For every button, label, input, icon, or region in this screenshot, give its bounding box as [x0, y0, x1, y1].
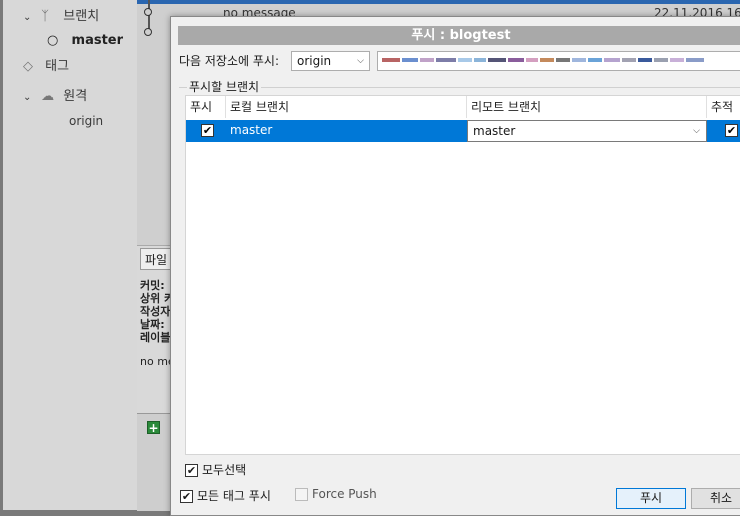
push-to-label: 다음 저장소에 푸시: [179, 54, 279, 68]
column-header-remote-branch[interactable]: 리모트 브랜치 [467, 96, 707, 118]
sidebar-remotes[interactable]: ⌄ ☁ 원격 [23, 87, 87, 107]
remote-select[interactable]: origin ⌵ [291, 51, 370, 71]
local-branch-cell: master [230, 123, 273, 137]
select-all-option[interactable]: ✔ 모두선택 [185, 461, 246, 478]
tag-icon: ◇ [23, 59, 33, 74]
push-all-tags-checkbox[interactable]: ✔ [180, 490, 193, 503]
chevron-down-icon: ⌵ [357, 56, 364, 66]
sidebar-branches-label: 브랜치 [63, 9, 100, 24]
column-header-track[interactable]: 추적 [707, 96, 740, 118]
chevron-down-icon: ⌄ [23, 12, 32, 23]
force-push-checkbox[interactable] [295, 488, 308, 501]
current-branch-icon: ○ [47, 33, 59, 48]
push-all-tags-label: 모든 태그 푸시 [197, 489, 271, 503]
sidebar-remote-origin-label: origin [69, 114, 104, 128]
sidebar-tags[interactable]: ◇ 태그 [23, 57, 69, 77]
branch-icon: ᛉ [41, 9, 49, 24]
dialog-title[interactable]: 푸시 : blogtest [178, 26, 740, 45]
branches-group-label: 푸시할 브랜치 [187, 78, 262, 95]
column-header-push[interactable]: 푸시 [186, 96, 226, 118]
remote-branch-value: master [473, 124, 516, 138]
remote-branch-select[interactable]: master ⌵ [467, 120, 707, 142]
branches-table: 푸시 로컬 브랜치 리모트 브랜치 추적 ✔ master master ⌵ ✔ [185, 95, 740, 455]
commit-node[interactable] [144, 28, 152, 36]
cancel-button[interactable]: 취소 [691, 488, 740, 509]
remote-url-field[interactable] [377, 51, 740, 71]
remote-select-value: origin [297, 54, 332, 68]
force-push-label: Force Push [312, 487, 377, 501]
group-divider [179, 87, 740, 88]
sidebar-tags-label: 태그 [45, 59, 70, 74]
cloud-icon: ☁ [41, 89, 55, 104]
select-all-label: 모두선택 [202, 463, 247, 477]
chevron-down-icon: ⌵ [693, 126, 700, 136]
file-tab[interactable]: 파일 [140, 248, 172, 270]
commit-node[interactable] [144, 8, 152, 16]
add-icon[interactable]: + [147, 421, 160, 434]
push-checkbox[interactable]: ✔ [201, 124, 214, 137]
chevron-down-icon: ⌄ [23, 92, 32, 103]
repo-sidebar: ⌄ ᛉ 브랜치 ○ master ◇ 태그 ⌄ ☁ 원격 origin [3, 0, 138, 510]
push-all-tags-option[interactable]: ✔ 모든 태그 푸시 [180, 487, 271, 504]
track-checkbox[interactable]: ✔ [725, 124, 738, 137]
detail-label: 레이블 [140, 331, 170, 344]
sidebar-branch-master-label: master [71, 33, 124, 48]
sidebar-remotes-label: 원격 [63, 89, 88, 104]
sidebar-branch-master[interactable]: ○ master [47, 31, 123, 51]
sidebar-branches[interactable]: ⌄ ᛉ 브랜치 [23, 7, 99, 27]
sidebar-remote-origin[interactable]: origin [69, 111, 103, 131]
force-push-option[interactable]: Force Push [295, 487, 377, 501]
column-header-local-branch[interactable]: 로컬 브랜치 [226, 96, 467, 118]
history-header [137, 0, 740, 4]
select-all-checkbox[interactable]: ✔ [185, 464, 198, 477]
push-dialog: 푸시 : blogtest 다음 저장소에 푸시: origin ⌵ 푸시할 브… [170, 16, 740, 516]
detail-message: no message [140, 355, 170, 368]
push-button[interactable]: 푸시 [616, 488, 686, 509]
